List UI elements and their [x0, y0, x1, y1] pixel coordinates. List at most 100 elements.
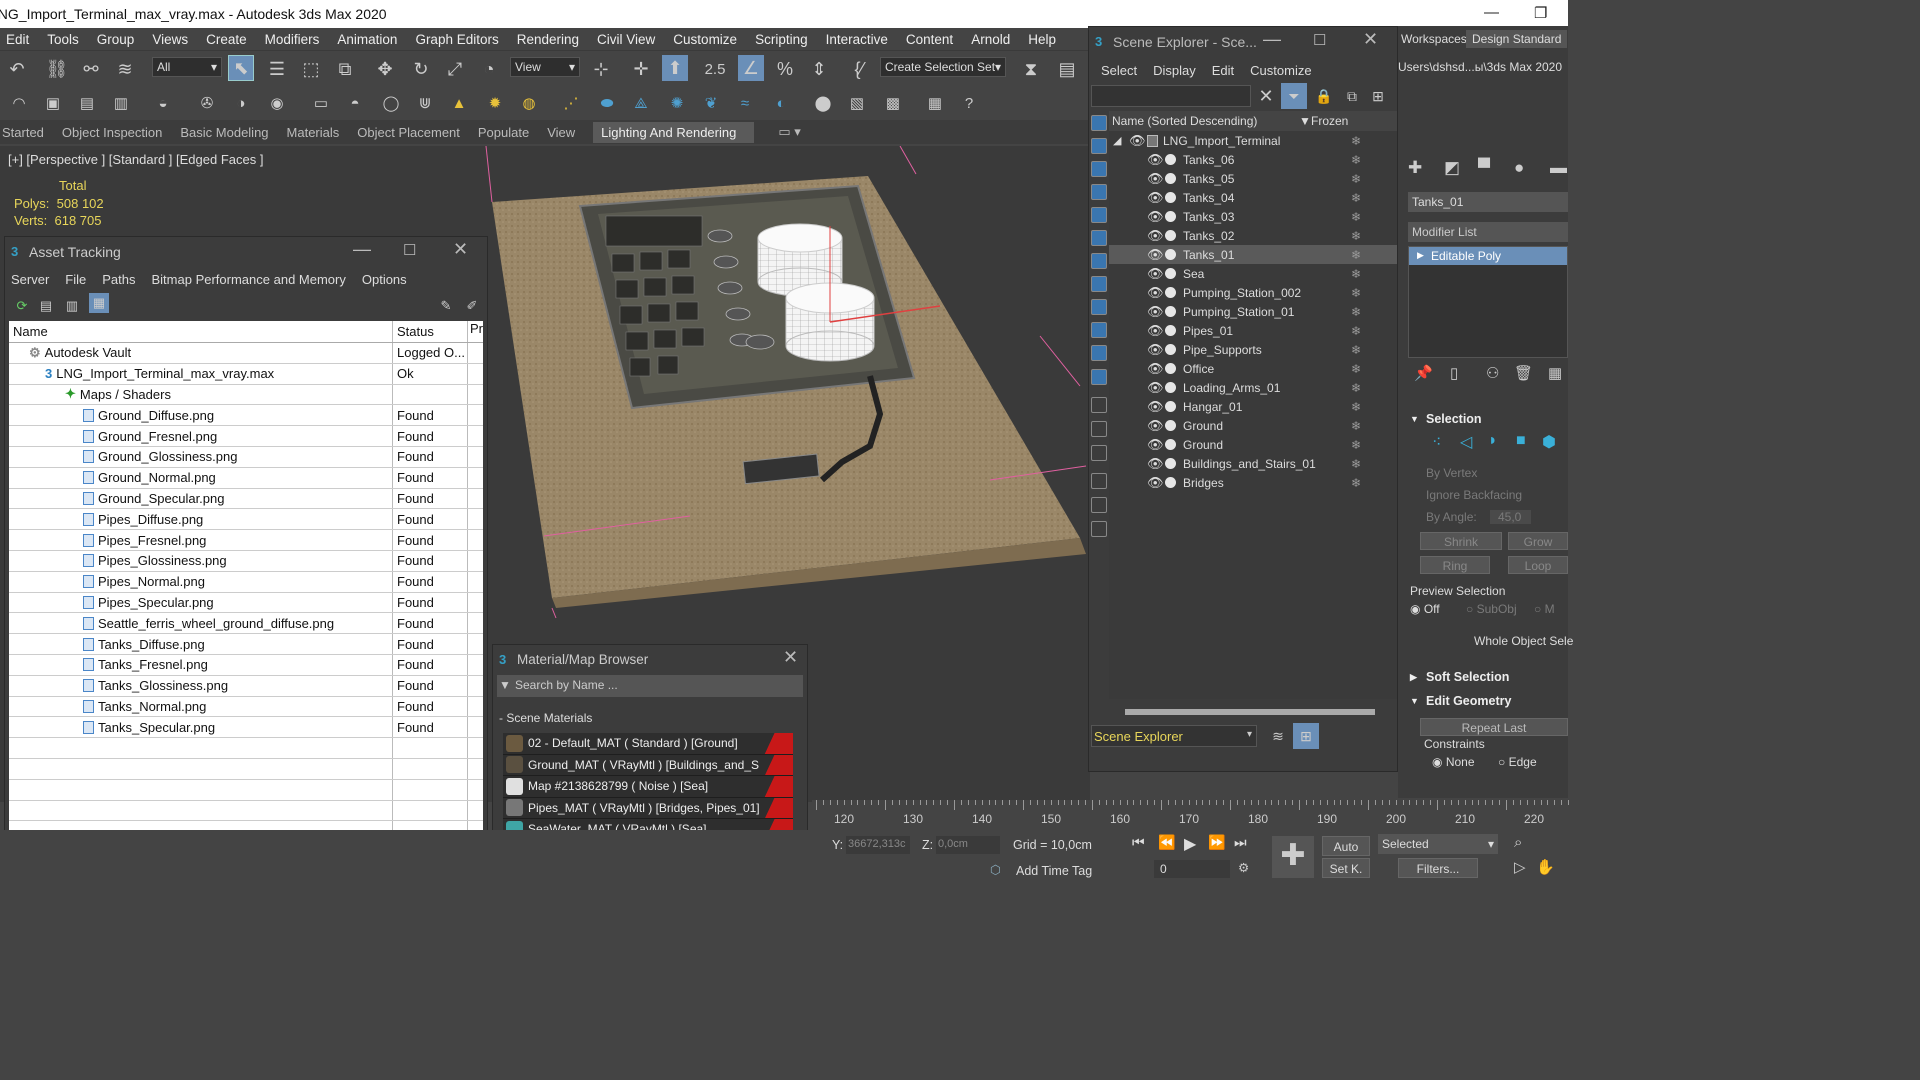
table-row[interactable]: Tanks_Normal.png Found: [9, 696, 483, 718]
frozen-icon[interactable]: ❄: [1351, 419, 1361, 433]
eye-icon[interactable]: 👁: [1147, 323, 1164, 339]
table-row[interactable]: Ground_Diffuse.png Found: [9, 405, 483, 427]
table-row[interactable]: Ground_Specular.png Found: [9, 488, 483, 510]
eye-icon[interactable]: 👁: [1147, 437, 1164, 453]
eye-icon[interactable]: 👁: [1147, 342, 1164, 358]
eye-icon[interactable]: 👁: [1147, 304, 1164, 320]
invert-filter-icon[interactable]: [1091, 445, 1107, 461]
render-frame-window-icon[interactable]: ▦: [922, 90, 948, 116]
helper-icon[interactable]: ◑: [228, 90, 254, 116]
table-row[interactable]: Ground_Fresnel.png Found: [9, 426, 483, 447]
timeline-ruler[interactable]: 120 130 140 150 160 170 180 190 200 210 220: [812, 800, 1570, 830]
hidden-filter-icon[interactable]: [1091, 369, 1107, 385]
menu-edit[interactable]: Edit: [0, 32, 41, 47]
remove-modifier-icon[interactable]: 🗑: [1514, 364, 1533, 382]
scene-search-input[interactable]: [1091, 85, 1251, 107]
ribbon-tab-basic-modeling[interactable]: Basic Modeling: [180, 125, 286, 140]
shape-filter-icon[interactable]: [1091, 138, 1107, 154]
configure-sets-icon[interactable]: ▦: [1548, 364, 1562, 382]
select-manipulate-icon[interactable]: ✛: [628, 56, 654, 82]
constraint-edge-radio[interactable]: ○ Edge: [1498, 755, 1537, 769]
modifier-stack-item[interactable]: ▶ Editable Poly: [1409, 247, 1567, 265]
selection-rollout-header[interactable]: ▼ Selection: [1408, 412, 1568, 426]
scene-item-row[interactable]: 👁 Tanks_01 ❄: [1109, 245, 1397, 264]
all-filter-icon[interactable]: [1091, 397, 1107, 413]
frozen-icon[interactable]: ❄: [1351, 362, 1361, 376]
key-filters-button[interactable]: Filters...: [1398, 858, 1478, 878]
menu-views[interactable]: Views: [146, 32, 200, 47]
ribbon-tab-materials[interactable]: Materials: [287, 125, 358, 140]
table-row[interactable]: Pipes_Glossiness.png Found: [9, 550, 483, 572]
filter-icon[interactable]: ⏷: [1281, 83, 1307, 109]
menu-interactive[interactable]: Interactive: [820, 32, 900, 47]
table-row[interactable]: 3 LNG_Import_Terminal_max_vray.max Ok: [9, 363, 483, 385]
ignore-backfacing-checkbox[interactable]: Ignore Backfacing: [1408, 488, 1568, 502]
preview-off-radio[interactable]: ◉ Off: [1410, 602, 1440, 616]
field-of-view-icon[interactable]: ▷: [1514, 858, 1526, 876]
scene-item-row[interactable]: 👁 Hangar_01 ❄: [1109, 397, 1397, 416]
eye-icon[interactable]: 👁: [1147, 361, 1164, 377]
constraint-none-radio[interactable]: ◉ None: [1432, 755, 1475, 769]
pin-stack-icon[interactable]: 📌: [1414, 364, 1433, 382]
table-row[interactable]: Pipes_Diffuse.png Found: [9, 509, 483, 531]
y-coordinate-field[interactable]: 36672,313c: [846, 836, 910, 854]
render-icon[interactable]: ▧: [844, 90, 870, 116]
eye-icon[interactable]: 👁: [1147, 456, 1164, 472]
select-object-icon[interactable]: ⬉: [228, 55, 254, 81]
column-name-sorted[interactable]: Name (Sorted Descending): [1112, 114, 1257, 128]
eye-icon[interactable]: 👁: [1147, 152, 1164, 168]
auto-key-button[interactable]: Auto: [1322, 836, 1370, 856]
scene-item-row[interactable]: 👁 Ground ❄: [1109, 435, 1397, 454]
table-row[interactable]: Tanks_Specular.png Found: [9, 717, 483, 739]
minimize-icon[interactable]: —: [1263, 29, 1281, 50]
keyboard-shortcut-icon[interactable]: ⬆: [662, 55, 688, 81]
undo-icon[interactable]: ↶: [4, 56, 30, 82]
mirror-icon[interactable]: ⧗: [1018, 56, 1044, 82]
pivot-icon[interactable]: ⊹: [588, 56, 614, 82]
object-name-field[interactable]: Tanks_01: [1408, 192, 1568, 212]
scene-item-row[interactable]: 👁 Pipe_Supports ❄: [1109, 340, 1397, 359]
asset-menu-options[interactable]: Options: [356, 272, 417, 287]
ribbon-tab-object-placement[interactable]: Object Placement: [357, 125, 478, 140]
preview-subobj-radio[interactable]: ○ SubObj: [1466, 602, 1517, 616]
frozen-icon[interactable]: ❄: [1351, 153, 1361, 167]
camera-icon[interactable]: ✇: [194, 90, 220, 116]
explorer-selector-dropdown[interactable]: Scene Explorer ▾: [1091, 725, 1257, 747]
sphere-icon[interactable]: ◓: [342, 90, 368, 116]
group-filter-icon[interactable]: [1091, 253, 1107, 269]
render-setup-icon[interactable]: ◉: [264, 90, 290, 116]
scene-item-row[interactable]: 👁 Pumping_Station_002 ❄: [1109, 283, 1397, 302]
spinner-snap-icon[interactable]: ⇕: [806, 56, 832, 82]
ribbon-tab-view[interactable]: View: [547, 125, 593, 140]
scene-item-row[interactable]: 👁 Pipes_01 ❄: [1109, 321, 1397, 340]
box-icon[interactable]: ▭: [308, 90, 334, 116]
frozen-icon[interactable]: ❄: [1351, 381, 1361, 395]
table-view-icon[interactable]: ▥: [59, 293, 85, 319]
edit-geometry-rollout[interactable]: ▼ Edit Geometry: [1408, 694, 1568, 708]
frozen-icon[interactable]: ❄: [1351, 457, 1361, 471]
table-row[interactable]: Pipes_Normal.png Found: [9, 571, 483, 593]
project-path[interactable]: Users\dshsd...ы\3ds Max 2020: [1398, 60, 1562, 74]
layer-icon[interactable]: ▤: [74, 90, 100, 116]
material-search-input[interactable]: ▼ Search by Name ...: [497, 675, 803, 697]
prev-frame-icon[interactable]: ⏪: [1158, 834, 1175, 851]
zoom-icon[interactable]: ⌕: [1514, 834, 1522, 851]
frozen-icon[interactable]: ❄: [1351, 134, 1361, 148]
by-vertex-checkbox[interactable]: By Vertex: [1408, 466, 1568, 480]
frozen-icon[interactable]: ❄: [1351, 286, 1361, 300]
scene-item-row[interactable]: 👁 Ground ❄: [1109, 416, 1397, 435]
light-icon[interactable]: ◯: [378, 90, 404, 116]
eye-icon[interactable]: 👁: [1147, 266, 1164, 282]
frozen-icon[interactable]: ❄: [1351, 267, 1361, 281]
unlink-icon[interactable]: ⚯: [78, 56, 104, 82]
material-item[interactable]: 02 - Default_MAT ( Standard ) [Ground]: [503, 733, 793, 755]
move-icon[interactable]: ✥: [372, 56, 398, 82]
maximize-icon[interactable]: ☐: [1313, 31, 1326, 49]
select-by-name-icon[interactable]: ☰: [264, 56, 290, 82]
percent-snap-icon[interactable]: %: [772, 56, 798, 82]
refresh-icon[interactable]: ⟳: [9, 293, 35, 319]
hierarchy-tab-icon[interactable]: ▀: [1478, 158, 1490, 178]
element-level-icon[interactable]: ⬢: [1542, 432, 1556, 452]
scene-item-row[interactable]: 👁 Tanks_04 ❄: [1109, 188, 1397, 207]
ring-button[interactable]: Ring: [1420, 556, 1490, 574]
